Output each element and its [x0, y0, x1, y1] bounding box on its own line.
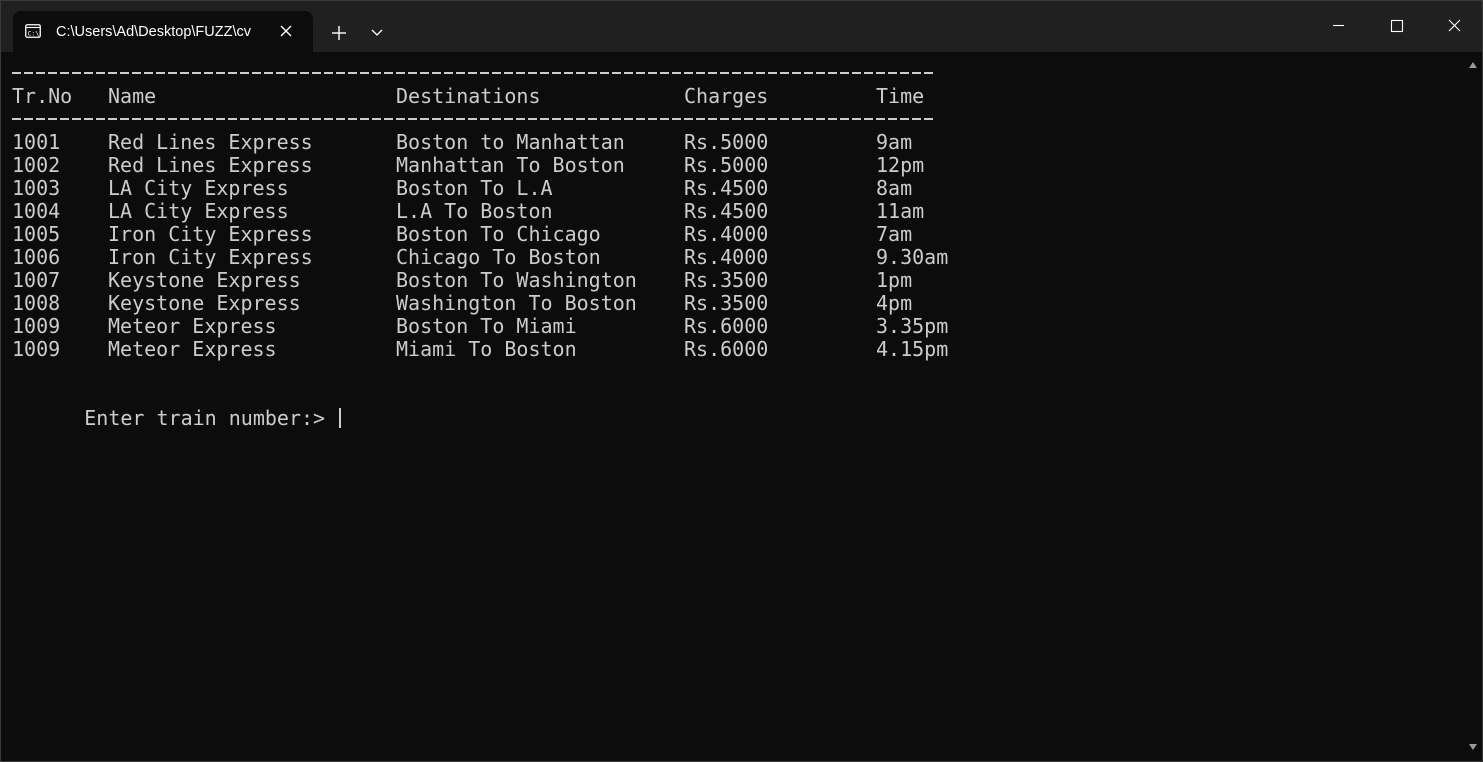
prompt-line[interactable]: Enter train number:> [12, 384, 342, 430]
row-charges: Rs.3500 [684, 291, 769, 315]
row-charges: Rs.3500 [684, 268, 769, 292]
title-bar[interactable]: C:\ C:\Users\Ad\Desktop\FUZZ\cv [1, 1, 1482, 52]
row-trno: 1003 [12, 176, 61, 200]
row-trno: 1008 [12, 291, 61, 315]
header-charges: Charges [684, 84, 769, 108]
row-name: Red Lines Express [108, 130, 313, 154]
row-trno: 1005 [12, 222, 61, 246]
row-name: Red Lines Express [108, 153, 313, 177]
row-name: Iron City Express [108, 222, 313, 246]
row-destination: L.A To Boston [396, 199, 553, 223]
cmd-icon: C:\ [25, 24, 41, 38]
scrollbar[interactable] [1464, 52, 1482, 761]
header-time: Time [876, 84, 925, 108]
row-trno: 1007 [12, 268, 61, 292]
row-time: 9.30am [876, 245, 949, 269]
row-destination: Boston To Chicago [396, 222, 601, 246]
row-name: LA City Express [108, 199, 289, 223]
row-charges: Rs.4000 [684, 222, 769, 246]
prompt-text: Enter train number:> [84, 406, 338, 430]
row-trno: 1006 [12, 245, 61, 269]
row-time: 7am [876, 222, 913, 246]
chevron-down-icon[interactable] [363, 17, 391, 47]
scroll-down-icon[interactable] [1467, 742, 1479, 752]
row-destination: Manhattan To Boston [396, 153, 625, 177]
row-name: Keystone Express [108, 268, 301, 292]
row-name: Meteor Express [108, 337, 277, 361]
row-destination: Boston to Manhattan [396, 130, 625, 154]
row-destination: Boston To Miami [396, 314, 577, 338]
row-destination: Boston To L.A [396, 176, 553, 200]
row-trno: 1004 [12, 199, 61, 223]
tab-active[interactable]: C:\ C:\Users\Ad\Desktop\FUZZ\cv [13, 11, 313, 52]
row-time: 4pm [876, 291, 913, 315]
row-time: 1pm [876, 268, 913, 292]
row-trno: 1001 [12, 130, 61, 154]
row-name: Keystone Express [108, 291, 301, 315]
row-name: Meteor Express [108, 314, 277, 338]
close-tab-icon[interactable] [277, 22, 295, 40]
row-time: 8am [876, 176, 913, 200]
header-name: Name [108, 84, 157, 108]
row-time: 4.15pm [876, 337, 949, 361]
row-time: 11am [876, 199, 925, 223]
minimize-icon[interactable] [1310, 1, 1368, 51]
tab-title: C:\Users\Ad\Desktop\FUZZ\cv [56, 24, 251, 40]
row-charges: Rs.4500 [684, 199, 769, 223]
row-charges: Rs.6000 [684, 337, 769, 361]
header-destinations: Destinations [396, 84, 541, 108]
row-destination: Miami To Boston [396, 337, 577, 361]
row-time: 9am [876, 130, 913, 154]
svg-text:C:\: C:\ [28, 30, 40, 38]
row-charges: Rs.5000 [684, 153, 769, 177]
row-name: Iron City Express [108, 245, 313, 269]
row-destination: Chicago To Boston [396, 245, 601, 269]
header-trno: Tr.No [12, 84, 73, 108]
row-time: 3.35pm [876, 314, 949, 338]
plus-icon[interactable] [323, 17, 355, 47]
row-name: LA City Express [108, 176, 289, 200]
row-trno: 1009 [12, 314, 61, 338]
terminal-output[interactable]: Tr.No Name Destinations Charges Time 100… [1, 52, 1464, 761]
terminal-window: C:\ C:\Users\Ad\Desktop\FUZZ\cv Tr.No Na… [0, 0, 1483, 762]
maximize-icon[interactable] [1368, 1, 1426, 51]
row-charges: Rs.6000 [684, 314, 769, 338]
separator-header [12, 118, 936, 120]
table-header: Tr.No Name Destinations Charges Time [12, 84, 924, 108]
row-destination: Washington To Boston [396, 291, 637, 315]
row-charges: Rs.4500 [684, 176, 769, 200]
row-trno: 1009 [12, 337, 61, 361]
row-charges: Rs.5000 [684, 130, 769, 154]
close-window-icon[interactable] [1426, 1, 1483, 51]
row-charges: Rs.4000 [684, 245, 769, 269]
scroll-up-icon[interactable] [1467, 60, 1479, 70]
row-time: 12pm [876, 153, 925, 177]
separator-top [12, 72, 936, 74]
row-trno: 1002 [12, 153, 61, 177]
row-destination: Boston To Washington [396, 268, 637, 292]
text-cursor [339, 408, 342, 428]
